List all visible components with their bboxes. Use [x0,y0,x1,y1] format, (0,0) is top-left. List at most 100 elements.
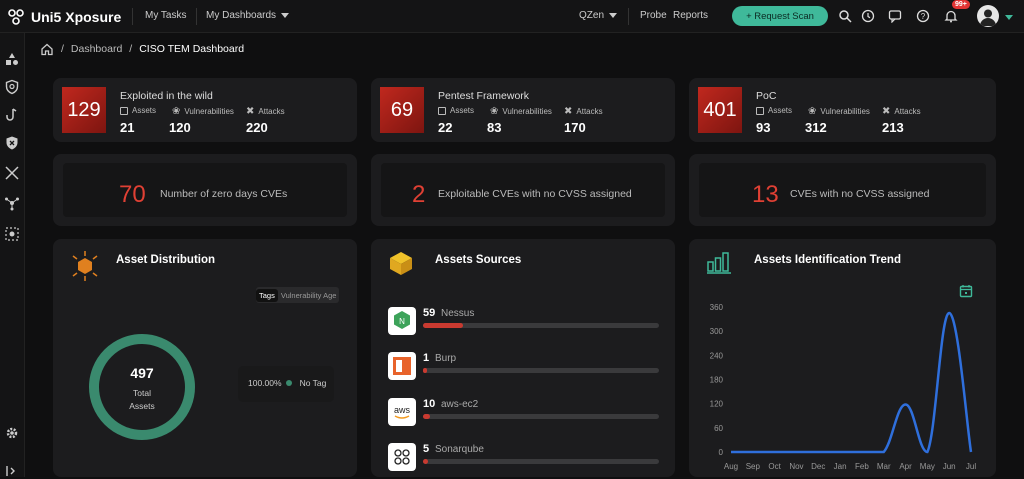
logo-icon [8,9,24,25]
kpi-value: 69 [380,87,424,133]
kpi-attacks-label-text: Attacks [258,107,285,116]
x-tick-label: May [920,462,935,471]
legend-label: No Tag [299,378,327,388]
kpi-vulns-label-text: Vulnerabilities [184,107,234,116]
source-bar-fill [423,414,430,419]
source-bar-track [423,459,659,464]
sidebar [0,33,25,477]
source-row[interactable]: aws 10 aws-ec2 [388,398,663,428]
exploitable-cve-label: Exploitable CVEs with no CVSS assigned [438,188,632,200]
user-icon [980,9,996,26]
notification-badge: 99+ [952,0,970,9]
zero-day-count: 70 [119,181,146,208]
bell-icon[interactable] [944,9,958,23]
bar-chart-icon [707,252,731,274]
asset-cube-icon [72,251,98,281]
kpi-assets-value: 93 [756,120,771,135]
home-icon[interactable] [40,42,54,56]
org-selector[interactable]: QZen [579,10,618,21]
source-bar-fill [423,368,427,373]
app-title: Uni5 Xposure [31,9,122,25]
source-name: Burp [435,353,457,364]
source-row[interactable]: N 59 Nessus [388,307,663,337]
kpi-attacks-label: ✖ Attacks [246,106,285,117]
source-count: 59 [423,307,436,319]
swords-icon[interactable] [4,165,20,181]
shield-icon[interactable] [4,135,20,151]
source-count: 5 [423,443,430,455]
x-tick-label: Jul [966,462,976,471]
nav-my-dashboards-label: My Dashboards [206,10,277,21]
avatar[interactable] [977,5,999,27]
source-row[interactable]: 5 Sonarqube [388,443,663,473]
kpi-assets-value: 22 [438,120,453,135]
nav-probe[interactable]: Probe [640,10,667,21]
breadcrumb-current: CISO TEM Dashboard [139,43,245,55]
chat-icon[interactable] [888,9,902,23]
nav-my-tasks[interactable]: My Tasks [145,10,187,21]
gear-icon[interactable] [4,425,20,441]
kpi-attacks-value: 170 [564,120,586,135]
breadcrumb-dashboard[interactable]: Dashboard [71,43,122,55]
shield-search-icon[interactable] [4,79,20,95]
org-label: QZen [579,10,605,21]
network-icon[interactable] [4,195,20,211]
nav-my-dashboards[interactable]: My Dashboards [206,10,290,21]
breadcrumb-separator: / [61,43,64,55]
source-name: Nessus [441,308,475,319]
kpi-attacks-value: 213 [882,120,904,135]
legend-item: 100.00% No Tag [248,378,326,388]
chevron-down-icon [609,13,618,18]
y-tick-label: 60 [714,424,723,433]
tab-vulnerability-age[interactable]: Vulnerability Age [278,289,340,302]
x-tick-label: Aug [724,462,738,471]
hook-icon: ❀ [808,106,817,117]
divider [132,8,133,25]
source-count: 1 [423,352,430,364]
kpi-vulns-label-text: Vulnerabilities [820,107,870,116]
copy-icon [756,106,764,115]
kpi-vulns-value: 83 [487,120,502,135]
y-tick-label: 360 [710,303,724,312]
nav-reports[interactable]: Reports [673,10,708,21]
hook-icon: ❀ [172,106,181,117]
package-icon [390,252,412,275]
divider [196,8,197,25]
app-logo[interactable]: Uni5 Xposure [6,7,121,27]
tab-tags[interactable]: Tags [256,288,278,302]
chevron-down-icon [281,13,290,18]
help-icon[interactable]: ? [916,9,930,23]
shapes-icon[interactable] [4,51,20,67]
asset-sources-title: Assets Sources [435,254,522,266]
aws-logo-icon: aws [388,398,416,426]
kpi-vulns-label-text: Vulnerabilities [502,107,552,116]
source-name: aws-ec2 [441,399,479,410]
source-bar-fill [423,459,428,464]
svg-text:aws: aws [394,405,411,415]
x-tick-label: Feb [855,462,869,471]
hook-icon[interactable] [4,107,20,123]
request-scan-button[interactable]: + Request Scan [732,6,828,26]
kpi-title: Exploited in the wild [120,90,213,102]
kpi-attacks-label-text: Attacks [894,107,921,116]
x-tick-label: Nov [789,462,803,471]
trend-chart-title: Assets Identification Trend [754,254,901,266]
hook-icon: ❀ [490,106,499,117]
trend-chart: 0 60 120 180 240 300 360 Aug Sep Oct Nov Dec Jan Feb M… [710,303,977,471]
clock-icon[interactable] [861,9,875,23]
source-bar-track [423,368,659,373]
x-tick-label: Mar [877,462,891,471]
copy-icon [438,106,446,115]
search-icon[interactable] [838,9,852,23]
x-tick-label: Oct [768,462,781,471]
source-bar-track [423,323,659,328]
chevron-down-icon[interactable] [1005,15,1013,20]
source-row[interactable]: 1 Burp [388,352,663,382]
trend-series-line [731,311,973,454]
kpi-assets-label-text: Assets [132,106,157,115]
kpi-attacks-label: ✖ Attacks [882,106,921,117]
kpi-vulns-value: 312 [805,120,827,135]
bug-scan-icon[interactable] [4,226,20,242]
kpi-attacks-label: ✖ Attacks [564,106,603,117]
x-tick-label: Sep [746,462,761,471]
